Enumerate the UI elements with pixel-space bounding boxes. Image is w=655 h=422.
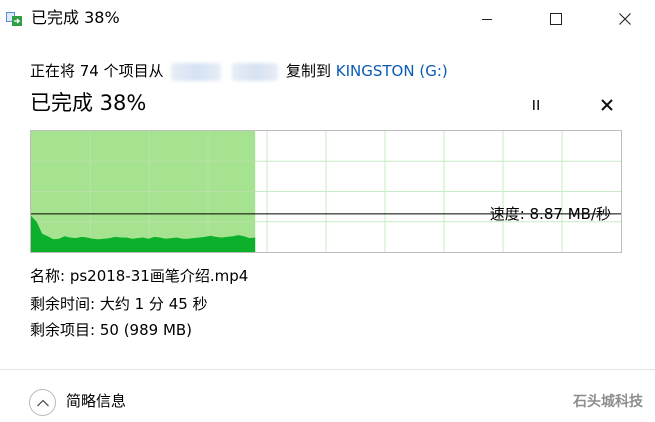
progress-heading: 已完成 38% bbox=[30, 91, 147, 115]
items-remaining-value: 50 (989 MB) bbox=[99, 321, 193, 339]
source-redacted-2 bbox=[232, 62, 279, 81]
minimize-icon bbox=[482, 19, 492, 20]
fewer-details-label[interactable]: 简略信息 bbox=[66, 391, 126, 411]
fewer-details-toggle[interactable] bbox=[29, 389, 56, 416]
destination-link[interactable]: KINGSTON (G:) bbox=[336, 62, 448, 80]
maximize-button[interactable] bbox=[533, 0, 579, 38]
title-bar: 已完成 38% bbox=[0, 0, 655, 38]
copy-middle: 复制到 bbox=[285, 62, 331, 80]
file-name-value: ps2018-31画笔介绍.mp4 bbox=[69, 267, 249, 285]
maximize-icon bbox=[550, 13, 562, 25]
cancel-icon bbox=[601, 99, 613, 111]
close-window-button[interactable] bbox=[602, 0, 648, 38]
time-remaining-value: 大约 1 分 45 秒 bbox=[99, 295, 208, 313]
items-remaining-label: 剩余项目: bbox=[30, 321, 96, 339]
close-icon bbox=[619, 13, 631, 25]
time-remaining-label: 剩余时间: bbox=[30, 295, 96, 313]
file-name-row: 名称: ps2018-31画笔介绍.mp4 bbox=[30, 266, 248, 286]
minimize-button[interactable] bbox=[464, 0, 510, 38]
copy-prefix: 正在将 74 个项目从 bbox=[30, 62, 164, 80]
speed-label: 速度: 8.87 MB/秒 bbox=[489, 205, 611, 223]
cancel-button[interactable] bbox=[593, 94, 621, 116]
pause-icon bbox=[533, 100, 539, 110]
file-name-label: 名称: bbox=[30, 267, 66, 285]
pause-button[interactable] bbox=[522, 94, 550, 116]
copy-description: 正在将 74 个项目从 复制到 KINGSTON (G:) bbox=[30, 61, 448, 81]
source-redacted bbox=[171, 62, 222, 81]
chevron-up-icon bbox=[36, 399, 49, 406]
copy-app-icon bbox=[5, 11, 23, 27]
speed-graph-svg bbox=[31, 131, 621, 252]
watermark-text: 石头城科技 bbox=[573, 394, 643, 410]
window-title: 已完成 38% bbox=[31, 8, 120, 27]
items-remaining-row: 剩余项目: 50 (989 MB) bbox=[30, 320, 192, 340]
time-remaining-row: 剩余时间: 大约 1 分 45 秒 bbox=[30, 294, 208, 314]
transfer-speed-graph: 速度: 8.87 MB/秒 bbox=[30, 130, 622, 253]
